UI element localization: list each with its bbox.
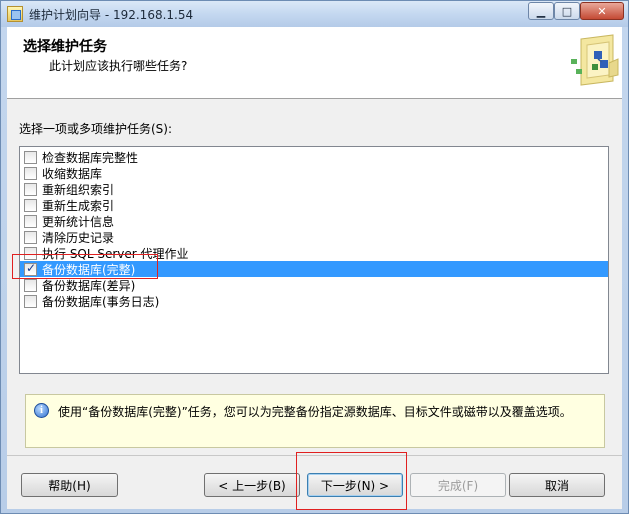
minimize-icon: ▁ <box>536 4 546 18</box>
task-item[interactable]: 重新生成索引 <box>20 197 608 213</box>
page-title: 选择维护任务 <box>23 39 107 55</box>
task-checkbox[interactable] <box>24 166 37 180</box>
task-checkbox[interactable] <box>24 182 37 196</box>
task-item[interactable]: 重新组织索引 <box>20 181 608 197</box>
task-checkbox[interactable] <box>24 246 37 260</box>
task-list-label: 选择一项或多项维护任务(S): <box>19 122 173 136</box>
wizard-header: 选择维护任务 此计划应该执行哪些任务? <box>7 27 622 99</box>
minimize-button[interactable]: ▁ <box>528 2 554 20</box>
task-list[interactable]: 检查数据库完整性 收缩数据库 重新组织索引 重新生成索引 更新统计信息 清除历史记录 执行 … <box>19 146 609 374</box>
window-title: 维护计划向导 - 192.168.1.54 <box>29 8 194 22</box>
app-icon <box>7 6 23 22</box>
task-label: 更新统计信息 <box>42 214 115 229</box>
task-item[interactable]: 备份数据库(事务日志) <box>20 293 608 309</box>
task-checkbox[interactable] <box>24 294 37 308</box>
close-button[interactable]: ✕ <box>580 2 624 20</box>
cancel-button[interactable]: 取消 <box>509 473 605 497</box>
task-item[interactable]: 收缩数据库 <box>20 165 608 181</box>
wizard-footer: 帮助(H) < 上一步(B) 下一步(N) > 完成(F) 取消 <box>7 455 622 509</box>
task-checkbox[interactable] <box>24 278 37 292</box>
next-button[interactable]: 下一步(N) > <box>307 473 403 497</box>
task-item[interactable]: 执行 SQL Server 代理作业 <box>20 245 608 261</box>
task-checkbox[interactable] <box>24 230 37 244</box>
task-checkbox[interactable] <box>24 198 37 212</box>
page-subtitle: 此计划应该执行哪些任务? <box>49 59 188 73</box>
task-checkbox[interactable] <box>24 150 37 164</box>
task-item[interactable]: 更新统计信息 <box>20 213 608 229</box>
wizard-banner-icon <box>571 34 619 86</box>
task-item[interactable]: 清除历史记录 <box>20 229 608 245</box>
help-button[interactable]: 帮助(H) <box>21 473 118 497</box>
title-bar[interactable]: 维护计划向导 - 192.168.1.54 ▁ □ ✕ <box>1 1 628 27</box>
task-label: 检查数据库完整性 <box>42 150 139 165</box>
task-item[interactable]: 备份数据库(完整) <box>20 261 608 277</box>
task-label: 重新生成索引 <box>42 198 115 213</box>
task-label: 备份数据库(事务日志) <box>42 294 160 309</box>
close-icon: ✕ <box>597 4 607 18</box>
task-label: 备份数据库(完整) <box>42 262 136 277</box>
maximize-button[interactable]: □ <box>554 2 580 20</box>
task-item[interactable]: 检查数据库完整性 <box>20 149 608 165</box>
task-label: 执行 SQL Server 代理作业 <box>42 246 189 261</box>
task-label: 重新组织索引 <box>42 182 115 197</box>
info-panel: i 使用“备份数据库(完整)”任务，您可以为完整备份指定源数据库、目标文件或磁带… <box>25 394 605 448</box>
previous-button[interactable]: < 上一步(B) <box>204 473 300 497</box>
task-label: 备份数据库(差异) <box>42 278 136 293</box>
info-icon: i <box>34 403 49 418</box>
task-label: 清除历史记录 <box>42 230 115 245</box>
wizard-window: 维护计划向导 - 192.168.1.54 ▁ □ ✕ 选择维护任务 此计划应该… <box>0 0 629 514</box>
maximize-icon: □ <box>561 4 573 18</box>
info-text: 使用“备份数据库(完整)”任务，您可以为完整备份指定源数据库、目标文件或磁带以及… <box>58 405 572 419</box>
task-item[interactable]: 备份数据库(差异) <box>20 277 608 293</box>
task-checkbox[interactable] <box>24 214 37 228</box>
wizard-body: 选择一项或多项维护任务(S): 检查数据库完整性 收缩数据库 重新组织索引 重新生成索… <box>7 99 622 455</box>
finish-button[interactable]: 完成(F) <box>410 473 506 497</box>
task-checkbox[interactable] <box>24 261 37 276</box>
task-label: 收缩数据库 <box>42 166 103 181</box>
